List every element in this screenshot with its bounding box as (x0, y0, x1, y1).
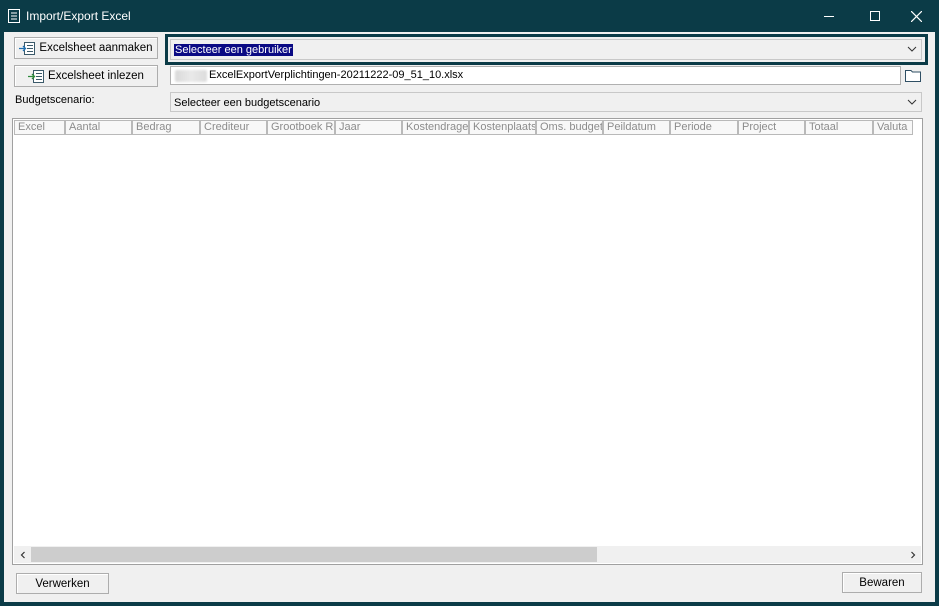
column-header[interactable]: Aantal (65, 120, 132, 135)
column-header[interactable]: Totaal (805, 120, 873, 135)
read-excelsheet-label: Excelsheet inlezen (48, 70, 144, 82)
column-header[interactable]: Oms. budget (536, 120, 603, 135)
read-excelsheet-button[interactable]: Excelsheet inlezen (14, 65, 158, 87)
column-header[interactable]: Periode (670, 120, 738, 135)
column-header[interactable]: Grootboek Re (267, 120, 335, 135)
scroll-left-button[interactable] (14, 546, 31, 563)
excel-export-icon (19, 41, 36, 55)
maximize-button[interactable] (852, 0, 898, 32)
horizontal-scrollbar[interactable] (14, 546, 921, 563)
chevron-down-icon (907, 46, 917, 52)
maximize-icon (870, 11, 880, 21)
title-bar: Import/Export Excel (0, 0, 939, 32)
budget-scenario-value: Selecteer een budgetscenario (174, 97, 321, 109)
column-header[interactable]: Valuta (873, 120, 913, 135)
process-button[interactable]: Verwerken (16, 573, 109, 594)
budget-scenario-label: Budgetscenario: (15, 94, 95, 106)
column-header[interactable]: Kostenplaats (469, 120, 536, 135)
column-header[interactable]: Project (738, 120, 805, 135)
save-button[interactable]: Bewaren (842, 572, 922, 593)
save-label: Bewaren (859, 576, 905, 589)
chevron-left-icon (20, 551, 25, 558)
grid-header-row: Excel Aantal Bedrag Crediteur Grootboek Re Ja… (14, 120, 920, 135)
data-grid[interactable]: Excel Aantal Bedrag Crediteur Grootboek Re Ja… (12, 118, 923, 565)
window-title: Import/Export Excel (26, 9, 131, 23)
scroll-right-button[interactable] (904, 546, 921, 563)
chevron-right-icon (910, 551, 915, 558)
process-label: Verwerken (35, 577, 90, 590)
file-path-field[interactable]: ExcelExportVerplichtingen-20211222-09_51… (170, 66, 901, 85)
create-excelsheet-label: Excelsheet aanmaken (39, 42, 153, 54)
budget-scenario-select[interactable]: Selecteer een budgetscenario (170, 92, 922, 112)
excel-import-icon (28, 69, 45, 83)
column-header[interactable]: Jaar (335, 120, 402, 135)
file-path-value: ExcelExportVerplichtingen-20211222-09_51… (209, 69, 464, 81)
chevron-down-icon (907, 99, 917, 105)
close-icon (910, 10, 922, 22)
spreadsheet-form-icon (8, 9, 20, 23)
import-export-excel-window: Import/Export Excel Excelsheet aanmaken … (0, 0, 939, 606)
column-header[interactable]: Crediteur (200, 120, 267, 135)
close-button[interactable] (893, 0, 939, 32)
user-select-value: Selecteer een gebruiker (174, 44, 293, 56)
column-header[interactable]: Peildatum (603, 120, 670, 135)
redacted-prefix (175, 70, 207, 82)
user-select[interactable]: Selecteer een gebruiker (170, 39, 922, 60)
minimize-button[interactable] (806, 0, 852, 32)
minimize-icon (824, 16, 834, 17)
scroll-thumb[interactable] (31, 547, 597, 562)
column-header[interactable]: Kostendrage (402, 120, 469, 135)
client-area: Excelsheet aanmaken Excelsheet inlezen S… (4, 32, 935, 602)
browse-folder-button[interactable] (904, 67, 922, 83)
column-header[interactable]: Excel (14, 120, 65, 135)
folder-icon (905, 70, 921, 82)
column-header[interactable]: Bedrag (132, 120, 200, 135)
create-excelsheet-button[interactable]: Excelsheet aanmaken (14, 37, 158, 59)
